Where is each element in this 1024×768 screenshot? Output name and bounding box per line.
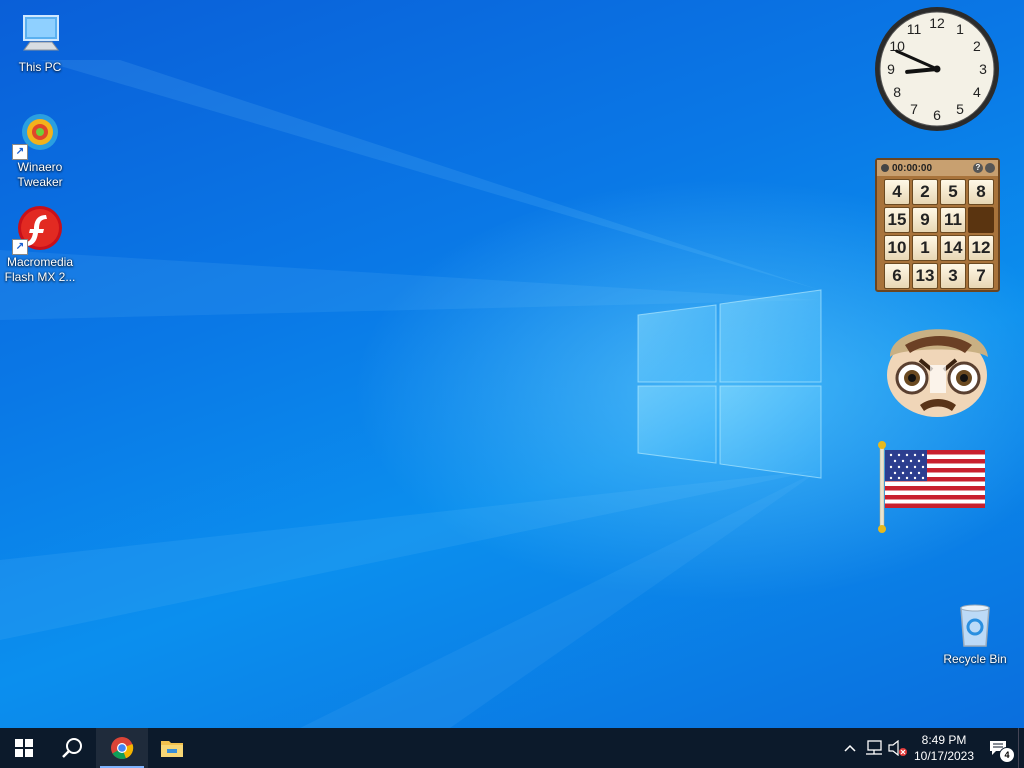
- icon-label: This PC: [18, 60, 62, 74]
- clock-numeral: 11: [907, 21, 922, 37]
- notification-badge: 4: [999, 747, 1015, 763]
- puzzle-tile[interactable]: 12: [968, 235, 994, 261]
- clock-numeral: 8: [893, 84, 901, 100]
- puzzle-tile[interactable]: 1: [912, 235, 938, 261]
- puzzle-empty-slot[interactable]: [968, 207, 994, 233]
- puzzle-tile[interactable]: 3: [940, 263, 966, 289]
- puzzle-tile[interactable]: 13: [912, 263, 938, 289]
- taskbar-time: 8:49 PM: [921, 733, 967, 747]
- icon-label-line1: Winaero: [17, 160, 63, 174]
- puzzle-tile[interactable]: 15: [884, 207, 910, 233]
- puzzle-help-icon[interactable]: ?: [973, 163, 983, 173]
- icon-label-line1: Macromedia: [6, 255, 74, 269]
- windows-start-icon: [15, 739, 33, 757]
- us-flag-gadget[interactable]: [875, 440, 990, 535]
- desktop-icon-macromedia-flash[interactable]: ↗ Macromedia Flash MX 2...: [0, 205, 80, 285]
- search-icon: [62, 738, 82, 758]
- icon-label-line2: Tweaker: [17, 175, 63, 189]
- slide-puzzle-gadget[interactable]: 00:00:00 ? 4 2 5 8 15 9 11 10 1 14 12 6 13 3 7: [875, 158, 1000, 292]
- clock-numeral: 2: [973, 38, 981, 54]
- this-pc-icon: [16, 10, 64, 58]
- windows-wallpaper-logo: [637, 289, 822, 479]
- puzzle-timer-icon: [881, 164, 889, 172]
- taskbar-file-explorer[interactable]: [148, 728, 196, 768]
- clock-gadget[interactable]: 12 1 2 3 4 5 6 7 8 9 10 11: [873, 5, 1001, 133]
- puzzle-tile[interactable]: 14: [940, 235, 966, 261]
- network-icon: [866, 740, 882, 755]
- taskbar-chrome[interactable]: [96, 728, 148, 768]
- clock-numeral: 1: [956, 21, 964, 37]
- recycle-bin-icon: [951, 602, 999, 650]
- show-desktop-button[interactable]: [1018, 728, 1024, 768]
- search-button[interactable]: [48, 728, 96, 768]
- clock-numeral: 3: [979, 61, 987, 77]
- start-button[interactable]: [0, 728, 48, 768]
- action-center-button[interactable]: 4: [978, 728, 1018, 768]
- network-button[interactable]: [862, 728, 886, 768]
- cartoon-face-gadget[interactable]: [880, 315, 995, 420]
- clock-numeral: 12: [929, 15, 945, 31]
- desktop-icon-winaero-tweaker[interactable]: ↗ Winaero Tweaker: [0, 110, 80, 190]
- volume-muted-icon: [888, 740, 907, 756]
- shortcut-arrow-icon: ↗: [12, 239, 28, 255]
- puzzle-header: 00:00:00 ?: [877, 160, 998, 176]
- wallpaper-beams: [0, 60, 820, 728]
- file-explorer-icon: [161, 741, 183, 757]
- taskbar: 8:49 PM 10/17/2023 4: [0, 728, 1024, 768]
- puzzle-tile[interactable]: 8: [968, 179, 994, 205]
- clock-numeral: 4: [973, 84, 981, 100]
- clock-numeral: 9: [887, 61, 895, 77]
- taskbar-clock[interactable]: 8:49 PM 10/17/2023: [910, 732, 978, 764]
- puzzle-tile[interactable]: 4: [884, 179, 910, 205]
- puzzle-tile[interactable]: 7: [968, 263, 994, 289]
- show-hidden-icons-button[interactable]: [838, 728, 862, 768]
- clock-numeral: 6: [933, 107, 941, 123]
- volume-button[interactable]: [886, 728, 910, 768]
- puzzle-tile[interactable]: 2: [912, 179, 938, 205]
- puzzle-grid: 4 2 5 8 15 9 11 10 1 14 12 6 13 3 7: [884, 179, 994, 289]
- puzzle-settings-icon[interactable]: [985, 163, 995, 173]
- shortcut-arrow-icon: ↗: [12, 144, 28, 160]
- icon-label: Recycle Bin: [943, 652, 1007, 666]
- puzzle-tile[interactable]: 10: [884, 235, 910, 261]
- puzzle-tile[interactable]: 6: [884, 263, 910, 289]
- puzzle-tile[interactable]: 11: [940, 207, 966, 233]
- chevron-up-icon: [844, 744, 856, 752]
- clock-numeral: 7: [910, 101, 918, 117]
- puzzle-timer: 00:00:00: [892, 162, 933, 174]
- flash-icon: ↗: [12, 205, 64, 255]
- clock-numeral: 5: [956, 101, 964, 117]
- chrome-icon: [111, 737, 134, 759]
- puzzle-tile[interactable]: 5: [940, 179, 966, 205]
- winaero-tweaker-icon: ↗: [12, 110, 64, 160]
- desktop-icon-recycle-bin[interactable]: Recycle Bin: [935, 602, 1015, 667]
- icon-label-line2: Flash MX 2...: [4, 270, 76, 284]
- desktop-icon-this-pc[interactable]: This PC: [0, 10, 80, 75]
- puzzle-tile[interactable]: 9: [912, 207, 938, 233]
- taskbar-date: 10/17/2023: [913, 749, 975, 763]
- system-tray: 8:49 PM 10/17/2023 4: [838, 728, 1024, 768]
